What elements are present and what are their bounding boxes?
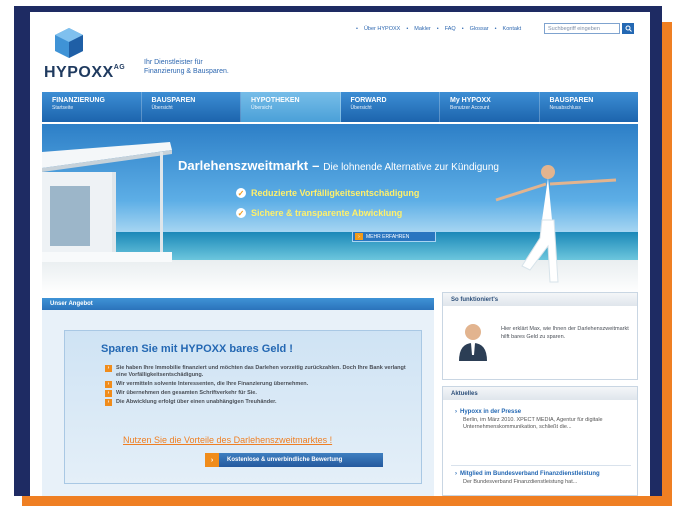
news-item[interactable]: › Hypoxx in der Presse Berlin, im März 20… bbox=[455, 409, 627, 431]
divider bbox=[451, 465, 631, 466]
hero-bullet-2: ✓ Sichere & transparente Abwicklung bbox=[236, 208, 403, 218]
how-it-works-text: Hier erklärt Max, wie Ihnen der Darlehen… bbox=[501, 326, 629, 340]
how-it-works-box: So funktioniert's Hier erklärt Max, wie … bbox=[442, 292, 638, 380]
arrow-right-icon: › bbox=[105, 365, 112, 372]
arrow-right-icon: › bbox=[105, 390, 112, 397]
arrow-right-icon: › bbox=[105, 381, 112, 388]
nav-hypotheken[interactable]: HYPOTHEKEN Übersicht bbox=[241, 92, 341, 122]
offer-box-header: Unser Angebot bbox=[42, 298, 434, 310]
list-item: › Sie haben Ihre Immobilie finanziert und… bbox=[105, 365, 411, 379]
promo-list: › Sie haben Ihre Immobilie finanziert und… bbox=[105, 365, 411, 408]
nav-finanzierung[interactable]: FINANZIERUNG Startseite bbox=[42, 92, 142, 122]
arrow-right-icon: › bbox=[355, 233, 363, 240]
frame-shadow-bottom bbox=[22, 496, 672, 506]
bewertung-button[interactable]: › Kostenlose & unverbindliche Bewertung bbox=[205, 453, 383, 467]
main-navigation: FINANZIERUNG Startseite BAUSPAREN Übersich… bbox=[42, 92, 638, 122]
bullet-icon: • bbox=[436, 26, 439, 32]
bullet-icon: • bbox=[356, 26, 358, 32]
beach-house-image bbox=[42, 142, 172, 262]
search-input[interactable]: Suchbegriff eingeben bbox=[544, 23, 620, 34]
link-faq[interactable]: FAQ bbox=[445, 26, 456, 32]
nav-bausparen[interactable]: BAUSPAREN Übersicht bbox=[142, 92, 241, 122]
link-makler[interactable]: Makler bbox=[414, 26, 431, 32]
arrow-right-icon: › bbox=[205, 453, 219, 467]
bullet-icon: • bbox=[461, 26, 464, 32]
news-box: Aktuelles › Hypoxx in der Presse Berlin, … bbox=[442, 386, 638, 496]
list-item: › Wir vermitteln solvente Interessenten, … bbox=[105, 381, 411, 388]
hero-banner: Darlehenszweitmarkt – Die lohnende Alterna… bbox=[42, 124, 638, 294]
promo-title: Sparen Sie mit HYPOXX bares Geld ! bbox=[101, 343, 293, 355]
hero-title: Darlehenszweitmarkt – Die lohnende Alterna… bbox=[178, 158, 499, 173]
news-item[interactable]: › Mitglied im Bundesverband Finanzdienstl… bbox=[455, 471, 627, 486]
check-icon: ✓ bbox=[236, 188, 246, 198]
news-header: Aktuelles bbox=[443, 387, 637, 400]
search-button[interactable] bbox=[622, 23, 634, 34]
logo[interactable]: HYPOXXAG bbox=[44, 64, 125, 82]
logo-cube-icon[interactable] bbox=[52, 26, 86, 60]
bullet-icon: • bbox=[494, 26, 497, 32]
promo-panel: Sparen Sie mit HYPOXX bares Geld ! › Sie … bbox=[64, 330, 422, 484]
woman-stretching-image bbox=[495, 165, 617, 283]
mehr-erfahren-button[interactable]: › MEHR ERFAHREN bbox=[352, 231, 436, 242]
link-glossar[interactable]: Glossar bbox=[470, 26, 489, 32]
vorteile-link[interactable]: Nutzen Sie die Vorteile des Darlehenszwe… bbox=[123, 435, 332, 445]
bullet-icon: • bbox=[406, 26, 409, 32]
arrow-right-icon: › bbox=[105, 399, 112, 406]
top-links: • Über HYPOXX • Makler • FAQ • Glossar • Kont… bbox=[356, 26, 521, 32]
chevron-right-icon: › bbox=[455, 409, 457, 415]
nav-bausparen-neuabschluss[interactable]: BAUSPAREN Neuabschluss bbox=[540, 92, 639, 122]
search-icon bbox=[625, 25, 632, 32]
offer-box: Unser Angebot Sparen Sie mit HYPOXX bare… bbox=[42, 298, 434, 496]
tagline: Ihr Dienstleister für Finanzierung & Bau… bbox=[144, 59, 229, 75]
frame-shadow-right bbox=[662, 22, 672, 506]
nav-forward[interactable]: FORWARD Übersicht bbox=[341, 92, 440, 122]
avatar[interactable] bbox=[455, 321, 491, 361]
list-item: › Die Abwicklung erfolgt über einen unabh… bbox=[105, 399, 411, 406]
check-icon: ✓ bbox=[236, 208, 246, 218]
chevron-right-icon: › bbox=[455, 471, 457, 477]
hero-bullet-1: ✓ Reduzierte Vorfälligkeitsentschädigung bbox=[236, 188, 420, 198]
link-ueber-hypoxx[interactable]: Über HYPOXX bbox=[364, 26, 400, 32]
link-kontakt[interactable]: Kontakt bbox=[503, 26, 522, 32]
how-it-works-header: So funktioniert's bbox=[443, 293, 637, 306]
web-page: HYPOXXAG Ihr Dienstleister für Finanzier… bbox=[30, 12, 650, 496]
list-item: › Wir übernehmen den gesamten Schriftverk… bbox=[105, 390, 411, 397]
nav-my-hypoxx[interactable]: My HYPOXX Benutzer Account bbox=[440, 92, 540, 122]
